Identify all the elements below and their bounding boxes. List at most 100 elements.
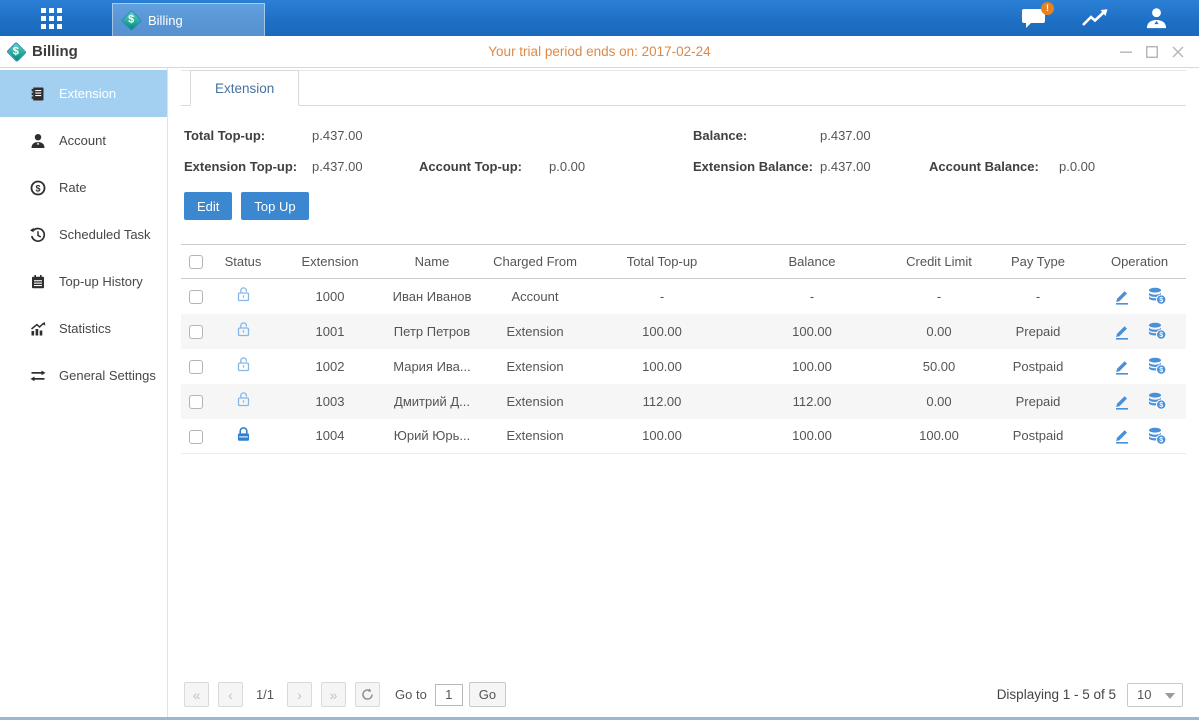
- balance-value: p.437.00: [820, 128, 871, 143]
- cell-pay-type: Postpaid: [983, 419, 1093, 454]
- main-content: Extension Total Top-up: p.437.00 Balance…: [168, 68, 1199, 717]
- apps-grid-icon[interactable]: [24, 0, 78, 36]
- sidebar-item-rate[interactable]: $ Rate: [0, 164, 167, 211]
- row-checkbox[interactable]: [189, 430, 203, 444]
- displaying-text: Displaying 1 - 5 of 5: [997, 687, 1116, 702]
- cell-balance: 112.00: [729, 384, 895, 419]
- edit-row-icon[interactable]: [1113, 323, 1131, 340]
- extension-topup-label: Extension Top-up:: [184, 159, 312, 174]
- window-controls: [1119, 45, 1185, 59]
- monitor-chart-icon[interactable]: [1081, 7, 1110, 29]
- notepad-icon: [30, 274, 46, 290]
- cell-credit-limit: 0.00: [895, 314, 983, 349]
- sidebar: Extension Account $ Rate Scheduled Task …: [0, 68, 168, 717]
- cell-name: Иван Иванов: [389, 279, 475, 314]
- sidebar-item-extension[interactable]: Extension: [0, 70, 167, 117]
- sidebar-item-account[interactable]: Account: [0, 117, 167, 164]
- prev-page-button[interactable]: ‹: [218, 682, 243, 707]
- goto-page-input[interactable]: [435, 684, 463, 706]
- table-row: 1000 Иван Иванов Account - - - - $: [181, 279, 1186, 314]
- sidebar-item-label: Scheduled Task: [59, 227, 151, 242]
- svg-text:$: $: [1159, 437, 1163, 444]
- sidebar-item-scheduled-task[interactable]: Scheduled Task: [0, 211, 167, 258]
- top-up-row-icon[interactable]: $: [1147, 392, 1167, 410]
- cell-charged-from: Extension: [475, 419, 595, 454]
- top-up-button[interactable]: Top Up: [241, 192, 308, 220]
- account-topup-label: Account Top-up:: [419, 159, 549, 174]
- refresh-button[interactable]: [355, 682, 380, 707]
- row-checkbox[interactable]: [189, 395, 203, 409]
- page-size-value: 10: [1137, 687, 1151, 702]
- billing-title-icon: $: [6, 41, 27, 62]
- page-title: Billing: [32, 43, 78, 60]
- edit-row-icon[interactable]: [1113, 358, 1131, 375]
- notification-badge: !: [1041, 2, 1054, 15]
- go-button[interactable]: Go: [469, 682, 506, 707]
- edit-row-icon[interactable]: [1113, 393, 1131, 410]
- top-up-row-icon[interactable]: $: [1147, 427, 1167, 445]
- unlocked-icon: [235, 286, 252, 303]
- tab-extension[interactable]: Extension: [190, 70, 299, 106]
- row-checkbox[interactable]: [189, 325, 203, 339]
- row-checkbox[interactable]: [189, 360, 203, 374]
- edit-button[interactable]: Edit: [184, 192, 232, 220]
- cell-charged-from: Extension: [475, 349, 595, 384]
- sidebar-item-label: Account: [59, 133, 106, 148]
- cell-credit-limit: 50.00: [895, 349, 983, 384]
- first-page-button[interactable]: «: [184, 682, 209, 707]
- svg-text:$: $: [1159, 402, 1163, 409]
- topbar-icons: !: [1021, 0, 1169, 36]
- cell-balance: 100.00: [729, 419, 895, 454]
- cell-name: Дмитрий Д...: [389, 384, 475, 419]
- sidebar-item-statistics[interactable]: Statistics: [0, 305, 167, 352]
- balance-label: Balance:: [693, 128, 820, 143]
- col-pay-type: Pay Type: [983, 245, 1093, 279]
- ledger-icon: [30, 86, 46, 102]
- page-size-select[interactable]: 10: [1127, 683, 1183, 707]
- user-account-icon[interactable]: [1144, 6, 1169, 31]
- col-operation: Operation: [1093, 245, 1186, 279]
- col-name: Name: [389, 245, 475, 279]
- page-indicator: 1/1: [252, 687, 278, 702]
- app-tab-billing[interactable]: $ Billing: [112, 3, 265, 36]
- cell-total-topup: 100.00: [595, 419, 729, 454]
- sidebar-item-label: Extension: [59, 86, 116, 101]
- sidebar-item-general-settings[interactable]: General Settings: [0, 352, 167, 399]
- cell-extension: 1003: [271, 384, 389, 419]
- cell-total-topup: 112.00: [595, 384, 729, 419]
- minimize-icon[interactable]: [1119, 45, 1133, 59]
- edit-row-icon[interactable]: [1113, 288, 1131, 305]
- maximize-icon[interactable]: [1145, 45, 1159, 59]
- row-checkbox[interactable]: [189, 290, 203, 304]
- billing-app-icon: $: [121, 9, 142, 30]
- messages-icon[interactable]: !: [1021, 7, 1047, 30]
- close-icon[interactable]: [1171, 45, 1185, 59]
- top-up-row-icon[interactable]: $: [1147, 322, 1167, 340]
- cell-total-topup: -: [595, 279, 729, 314]
- edit-row-icon[interactable]: [1113, 427, 1131, 444]
- window-body: Extension Account $ Rate Scheduled Task …: [0, 68, 1199, 717]
- sidebar-item-label: Statistics: [59, 321, 111, 336]
- account-topup-value: p.0.00: [549, 159, 585, 174]
- chevron-down-icon: [1165, 693, 1175, 699]
- extension-balance-label: Extension Balance:: [693, 159, 820, 174]
- svg-text:$: $: [1159, 367, 1163, 374]
- sliders-icon: [30, 368, 46, 384]
- top-up-row-icon[interactable]: $: [1147, 287, 1167, 305]
- svg-text:$: $: [1159, 332, 1163, 339]
- cell-extension: 1002: [271, 349, 389, 384]
- next-page-button[interactable]: ›: [287, 682, 312, 707]
- cell-extension: 1000: [271, 279, 389, 314]
- table-row: 1004 Юрий Юрь... Extension 100.00 100.00…: [181, 419, 1186, 454]
- cell-charged-from: Extension: [475, 384, 595, 419]
- col-total-topup: Total Top-up: [595, 245, 729, 279]
- cell-balance: 100.00: [729, 314, 895, 349]
- top-up-row-icon[interactable]: $: [1147, 357, 1167, 375]
- sidebar-item-topup-history[interactable]: Top-up History: [0, 258, 167, 305]
- select-all-checkbox[interactable]: [189, 255, 203, 269]
- tab-strip: Extension: [181, 70, 1186, 106]
- last-page-button[interactable]: »: [321, 682, 346, 707]
- person-icon: [30, 133, 46, 149]
- window-title-group: $ Billing: [9, 43, 78, 60]
- unlocked-icon: [235, 321, 252, 338]
